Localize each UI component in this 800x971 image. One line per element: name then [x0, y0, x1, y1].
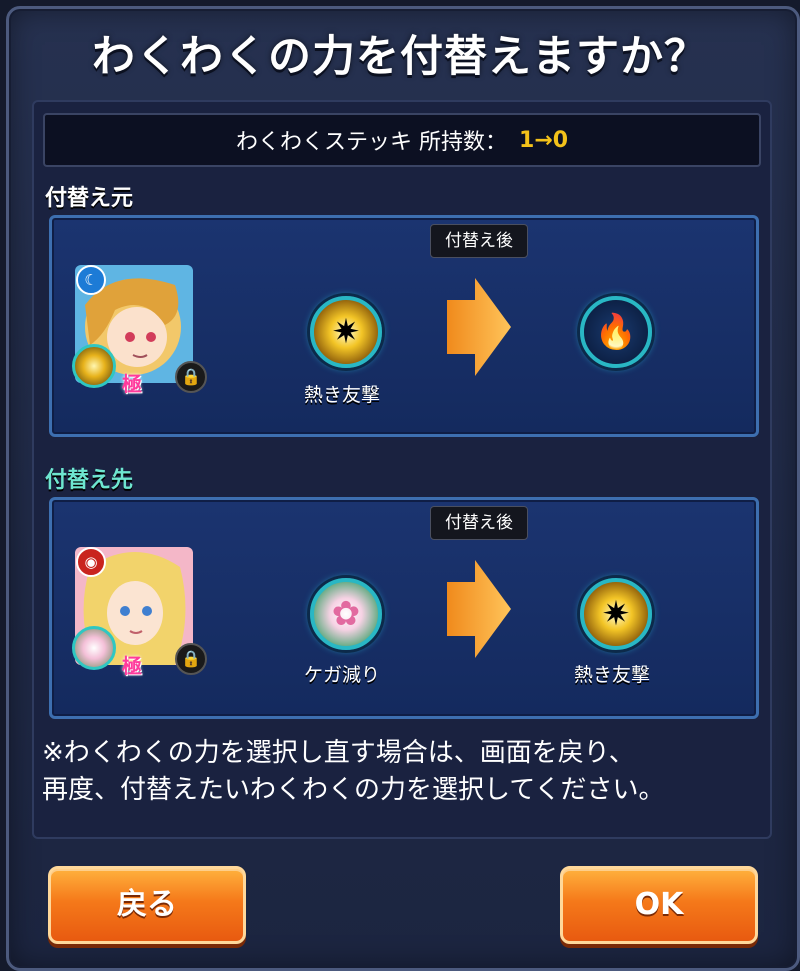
lock-icon: 🔒: [175, 643, 207, 675]
lotus-mini-orb-icon: [72, 626, 116, 670]
fire-element-icon: ◉: [76, 547, 106, 577]
after-tag: 付替え後: [430, 224, 528, 258]
lotus-orb-icon[interactable]: ✿: [310, 578, 382, 650]
target-current-power-label: ケガ減り: [303, 664, 380, 686]
footnote: ※わくわくの力を選択し直す場合は、画面を戻り、 再度、付替えたいわくわくの力を選…: [42, 735, 664, 809]
kiwami-badge: 極: [122, 372, 142, 396]
dialog-title: わくわくの力を付替えますか？: [92, 32, 708, 82]
arrow-right-icon: [447, 560, 511, 658]
kiwami-badge: 極: [122, 654, 142, 678]
footnote-line-2: 再度、付替えたいわくわくの力を選択してください。: [42, 775, 665, 805]
lock-icon: 🔒: [175, 361, 207, 393]
water-element-icon: ☾: [76, 265, 106, 295]
source-card: 付替え後 ☾ 極 🔒 ✷ 熱き友撃 🔥: [49, 215, 759, 437]
target-card: 付替え後 ◉ 極 🔒 ✿ ケガ減り ✷ 熱き友撃: [49, 497, 759, 719]
burst-mini-orb-icon: [72, 344, 116, 388]
stick-count-bar: わくわくステッキ 所持数： 1→0: [43, 113, 761, 167]
stick-count-value: 1→0: [518, 127, 569, 153]
lotus-icon: ✿: [331, 594, 361, 634]
source-current-power-label: 熱き友撃: [303, 384, 380, 406]
burst-orb-icon[interactable]: ✷: [310, 296, 382, 368]
footnote-line-1: ※わくわくの力を選択し直す場合は、画面を戻り、: [42, 738, 635, 768]
content-panel: [32, 100, 772, 839]
arrow-right-icon: [447, 278, 511, 376]
source-section-label: 付替え元: [45, 186, 134, 211]
stick-count-label: わくわくステッキ 所持数：: [235, 130, 507, 155]
empty-flame-slot-icon[interactable]: 🔥: [580, 296, 652, 368]
starburst-icon: ✷: [331, 312, 361, 352]
after-tag: 付替え後: [430, 506, 528, 540]
back-button[interactable]: 戻る: [48, 866, 246, 944]
target-section-label: 付替え先: [45, 468, 134, 493]
target-new-power-label: 熱き友撃: [573, 664, 650, 686]
flame-icon: 🔥: [594, 312, 638, 352]
ok-button[interactable]: OK: [560, 866, 758, 944]
starburst-icon: ✷: [601, 594, 631, 634]
burst-orb-icon[interactable]: ✷: [580, 578, 652, 650]
